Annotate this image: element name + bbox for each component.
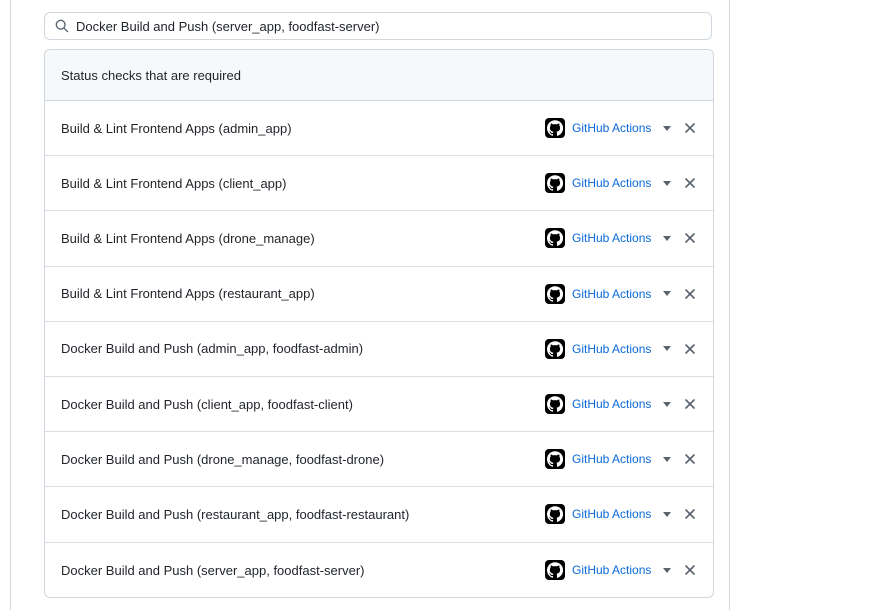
- app-selector: GitHub Actions: [545, 449, 651, 470]
- status-check-row: Build & Lint Frontend Apps (admin_app) G…: [45, 101, 713, 157]
- app-selector: GitHub Actions: [545, 394, 651, 415]
- github-actions-link[interactable]: GitHub Actions: [572, 176, 651, 190]
- github-logo-icon: [545, 283, 565, 304]
- status-check-name: Build & Lint Frontend Apps (admin_app): [61, 120, 292, 136]
- github-logo-icon: [545, 338, 565, 359]
- caret-down-icon[interactable]: [659, 562, 675, 578]
- github-actions-link[interactable]: GitHub Actions: [572, 342, 651, 356]
- divider: [10, 0, 11, 610]
- caret-down-icon[interactable]: [659, 120, 675, 136]
- search-input[interactable]: [76, 18, 676, 34]
- app-selector: GitHub Actions: [545, 283, 651, 304]
- app-selector: GitHub Actions: [545, 338, 651, 359]
- status-check-row: Build & Lint Frontend Apps (drone_manage…: [45, 211, 713, 267]
- status-check-row: Docker Build and Push (client_app, foodf…: [45, 377, 713, 433]
- app-selector: GitHub Actions: [545, 560, 651, 581]
- close-icon[interactable]: [682, 175, 698, 191]
- close-icon[interactable]: [682, 396, 698, 412]
- github-logo-icon: [545, 173, 565, 194]
- status-check-name: Build & Lint Frontend Apps (drone_manage…: [61, 230, 315, 246]
- page: Status checks that are required Build & …: [0, 0, 879, 610]
- github-actions-link[interactable]: GitHub Actions: [572, 121, 651, 135]
- status-check-row: Docker Build and Push (restaurant_app, f…: [45, 487, 713, 543]
- close-icon[interactable]: [682, 451, 698, 467]
- close-icon[interactable]: [682, 341, 698, 357]
- caret-down-icon[interactable]: [659, 506, 675, 522]
- caret-down-icon[interactable]: [659, 451, 675, 467]
- caret-down-icon[interactable]: [659, 286, 675, 302]
- github-actions-link[interactable]: GitHub Actions: [572, 563, 651, 577]
- caret-down-icon[interactable]: [659, 396, 675, 412]
- status-check-name: Docker Build and Push (restaurant_app, f…: [61, 506, 410, 522]
- required-status-checks-list: Status checks that are required Build & …: [44, 49, 714, 598]
- caret-down-icon[interactable]: [659, 341, 675, 357]
- github-logo-icon: [545, 504, 565, 525]
- app-selector: GitHub Actions: [545, 118, 651, 139]
- close-icon[interactable]: [682, 120, 698, 136]
- github-actions-link[interactable]: GitHub Actions: [572, 397, 651, 411]
- github-actions-link[interactable]: GitHub Actions: [572, 231, 651, 245]
- github-actions-link[interactable]: GitHub Actions: [572, 507, 651, 521]
- status-check-row: Build & Lint Frontend Apps (restaurant_a…: [45, 267, 713, 322]
- status-check-name: Build & Lint Frontend Apps (client_app): [61, 175, 287, 191]
- github-logo-icon: [545, 449, 565, 470]
- github-logo-icon: [545, 118, 565, 139]
- divider: [729, 0, 730, 610]
- status-check-row: Docker Build and Push (admin_app, foodfa…: [45, 322, 713, 377]
- status-check-name: Build & Lint Frontend Apps (restaurant_a…: [61, 286, 315, 302]
- close-icon[interactable]: [682, 230, 698, 246]
- github-actions-link[interactable]: GitHub Actions: [572, 287, 651, 301]
- caret-down-icon[interactable]: [659, 230, 675, 246]
- status-checks-header: Status checks that are required: [45, 50, 713, 101]
- status-check-row: Docker Build and Push (server_app, foodf…: [45, 543, 713, 598]
- github-actions-link[interactable]: GitHub Actions: [572, 452, 651, 466]
- status-check-name: Docker Build and Push (server_app, foodf…: [61, 562, 365, 578]
- status-check-name: Docker Build and Push (drone_manage, foo…: [61, 451, 385, 467]
- status-check-name: Docker Build and Push (admin_app, foodfa…: [61, 341, 364, 357]
- caret-down-icon[interactable]: [659, 175, 675, 191]
- app-selector: GitHub Actions: [545, 173, 651, 194]
- github-logo-icon: [545, 228, 565, 249]
- status-check-row: Docker Build and Push (drone_manage, foo…: [45, 432, 713, 488]
- search-box[interactable]: [44, 12, 712, 40]
- app-selector: GitHub Actions: [545, 228, 651, 249]
- app-selector: GitHub Actions: [545, 504, 651, 525]
- status-check-name: Docker Build and Push (client_app, foodf…: [61, 396, 353, 412]
- close-icon[interactable]: [682, 286, 698, 302]
- close-icon[interactable]: [682, 562, 698, 578]
- search-icon: [54, 18, 70, 34]
- close-icon[interactable]: [682, 506, 698, 522]
- github-logo-icon: [545, 394, 565, 415]
- github-logo-icon: [545, 560, 565, 581]
- status-check-row: Build & Lint Frontend Apps (client_app) …: [45, 156, 713, 212]
